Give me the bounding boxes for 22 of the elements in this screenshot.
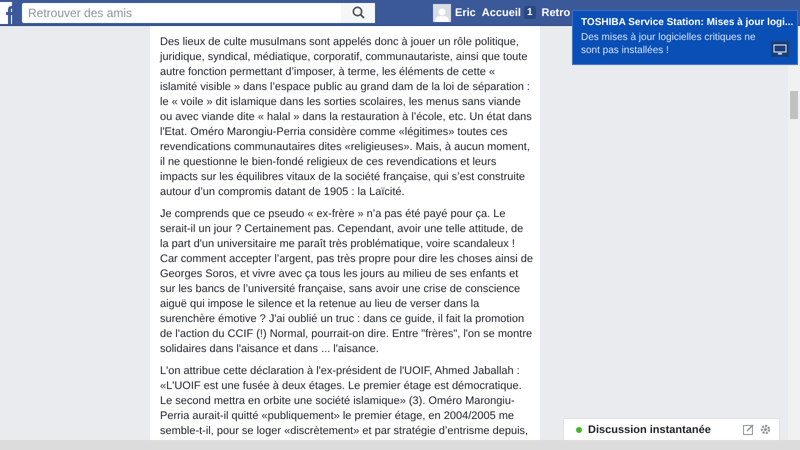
chat-label: Discussion instantanée [588, 424, 712, 436]
search-input[interactable]: Retrouver des amis [22, 6, 341, 20]
notification-message: Des mises à jour logicielles critiques ne sont pas installées ! [581, 31, 757, 57]
logo-icon[interactable] [0, 2, 12, 24]
settings-icon[interactable] [760, 424, 771, 435]
compose-icon[interactable] [743, 424, 754, 435]
post-paragraph: Je comprends que ce pseudo « ex-frère » n’a pas été payé pour ça. Le serait-il un jour ? Certainement pas. Cependant, avoir une telle attitude, de la part d'un universitaire me paraît très problématique, voire scandaleux ! Car comment accepter l’argent, pas très propre pour dire les choses ainsi de Georges Soros, et vivre avec ça tous les jours au milieu de ses enfants et sur les bancs de l’université française, sans avoir une crise de conscience aiguë qui impose le silence et la retenue au lieu de verser dans la surenchère émotive ? J'ai oublié un truc : dans ce guide, il fait la promotion de l'action du CCIF (!) Normal, pourrait-on dire. Entre "frères", l'on se montre solidaires dans l'aisance et dans ... l'aisance. [160, 207, 534, 357]
profile-link[interactable]: Eric [455, 6, 478, 18]
search-icon [352, 6, 364, 19]
post-paragraph: L'on attribue cette déclaration à l'ex-président de l'UOIF, Ahmed Jaballah : «L'UOIF est une fusée à deux étages. Le premier étage est démocratique. Le second mettra en orbite une société islamique» (3). Oméro Marongiu- Perria aurait-il quitté «publiquement» le premier étage, en 2004/2005 me semble-t-il, pour se loger «discrètement» et par stratégie d’entrisme depuis, [160, 364, 530, 439]
monitor-icon [771, 41, 789, 57]
avatar-icon[interactable] [433, 4, 451, 22]
nav-link[interactable]: Accueil 1 [482, 6, 538, 19]
scrollbar[interactable] [0, 440, 800, 450]
notification-popup[interactable]: TOSHIBA Service Station: Mises à jour logi... Des mises à jour logicielles critiques ne sont pas installées ! [572, 10, 798, 65]
search-button[interactable] [341, 2, 375, 22]
chat-bar[interactable]: Discussion instantanée [563, 418, 780, 440]
nav-link[interactable]: Retro [542, 6, 572, 18]
count-badge: 1 [524, 6, 536, 19]
post-paragraph: Des lieux de culte musulmans sont appelés donc à jouer un rôle politique, juridique, syndical, médiatique, corporatif, communautariste, ainsi que toute autre fonction permettant d’imposer, à terme, les éléments de cette « islamité visible » dans l’espace public au grand dam de la loi de séparation : le « voile » dit islamique dans les sorties scolaires, les menus sans viande ou avec viande dite « halal » dans la restauration à l’école, etc. Un état dans l'Etat. Oméro Marongiu-Perria considère comme «légitimes» toutes ces revendications communautaires dites «religieuses». Mais, à aucun moment, il ne questionne le bien-fondé religieux de ces revendications et leurs impacts sur les équilibres vitaux de la société française, qui s’est construite autour d’un compromis datant de 1905 : la Laïcité. [160, 35, 533, 200]
scrollbar[interactable] [788, 26, 800, 440]
search-field[interactable]: Retrouver des amis [22, 2, 375, 22]
